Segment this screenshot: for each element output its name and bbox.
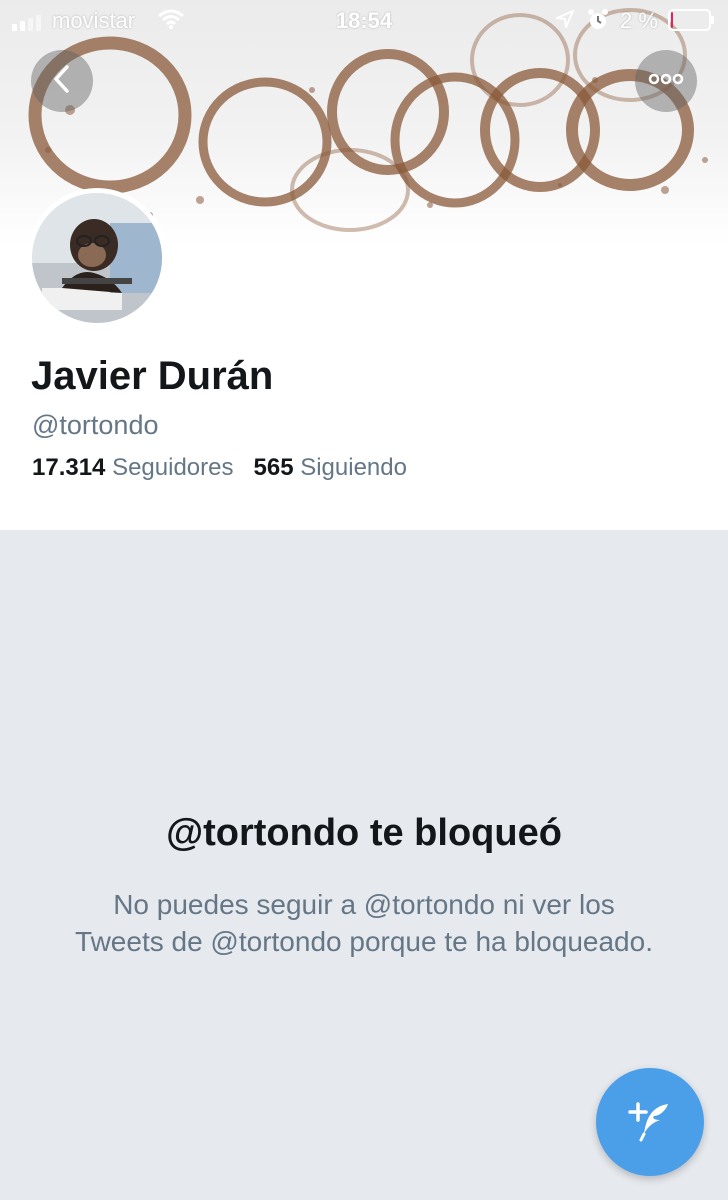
more-options-button[interactable] — [635, 50, 697, 112]
followers-link[interactable]: 17.314 Seguidores — [32, 454, 234, 481]
followers-label: Seguidores — [112, 454, 234, 481]
following-count: 565 — [253, 454, 294, 481]
back-button[interactable] — [31, 50, 93, 112]
battery-percentage: 2 % — [620, 8, 658, 33]
profile-stats: 17.314 Seguidores 565 Siguiendo — [32, 454, 407, 482]
ellipsis-icon — [648, 72, 684, 90]
status-bar: movistar 18:54 2 % — [0, 0, 728, 40]
profile-handle: @tortondo — [32, 410, 159, 440]
location-icon — [555, 9, 575, 35]
compose-tweet-icon — [624, 1094, 676, 1151]
following-label: Siguiendo — [300, 454, 407, 481]
battery-level-fill — [671, 12, 673, 28]
compose-tweet-button[interactable] — [596, 1068, 704, 1176]
battery-icon — [668, 9, 716, 37]
blocked-message: No puedes seguir a @tortondo ni ver los … — [75, 889, 653, 957]
avatar-image — [32, 193, 162, 323]
alarm-icon — [586, 8, 610, 38]
chevron-left-icon — [50, 64, 74, 99]
profile-display-name: Javier Durán — [31, 354, 274, 398]
avatar[interactable] — [27, 188, 167, 328]
status-time: 18:54 — [335, 8, 393, 33]
blocked-title: @tortondo te bloqueó — [166, 812, 562, 854]
following-link[interactable]: 565 Siguiendo — [254, 454, 407, 481]
followers-count: 17.314 — [32, 454, 106, 481]
